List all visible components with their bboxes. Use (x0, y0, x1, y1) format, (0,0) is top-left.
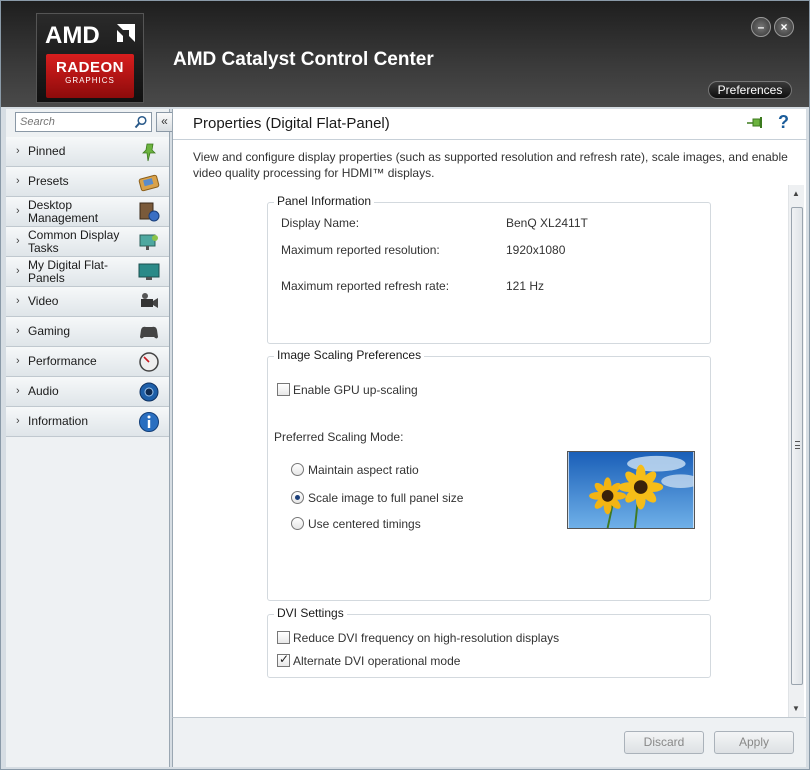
page-description: View and configure display properties (s… (193, 150, 788, 180)
page-title: Properties (Digital Flat-Panel) (193, 115, 390, 132)
scroll-up-arrow-icon[interactable]: ▲ (792, 189, 800, 198)
chevron-right-icon: › (16, 175, 20, 187)
scrollbar-grip (795, 441, 800, 449)
preferences-button[interactable]: Preferences (708, 81, 792, 99)
display-name-label: Display Name: (281, 216, 360, 230)
info-icon (139, 412, 159, 432)
logo-radeon-badge: RADEON GRAPHICS (46, 54, 134, 98)
chevron-right-icon: › (16, 205, 20, 217)
max-refresh-value: 121 Hz (506, 279, 545, 293)
sidebar-item-label: Presets (28, 174, 69, 188)
presets-icon (138, 174, 160, 192)
main-panel: Properties (Digital Flat-Panel) ? View a… (172, 109, 807, 717)
chevron-right-icon: › (16, 145, 20, 157)
reduce-dvi-frequency-label[interactable]: Reduce DVI frequency on high-resolution … (293, 631, 559, 645)
reduce-dvi-frequency-checkbox[interactable] (277, 631, 290, 644)
group-legend: DVI Settings (274, 606, 347, 620)
radio-scale-full-panel[interactable] (291, 491, 304, 504)
gauge-icon (139, 352, 159, 372)
sidebar-item-presets[interactable]: › Presets (6, 167, 169, 197)
sidebar-item-desktop-management[interactable]: › Desktop Management (6, 197, 169, 227)
alternate-dvi-mode-label[interactable]: Alternate DVI operational mode (293, 654, 460, 668)
scaling-preview-image (567, 451, 695, 529)
group-legend: Panel Information (274, 194, 375, 208)
radio-maintain-aspect-label[interactable]: Maintain aspect ratio (308, 463, 419, 477)
group-legend: Image Scaling Preferences (274, 348, 425, 362)
image-scaling-group: Image Scaling Preferences Enable GPU up-… (267, 348, 711, 601)
flat-panel-icon (138, 263, 160, 280)
sidebar-item-label: Audio (28, 384, 59, 398)
chevron-right-icon: › (16, 295, 20, 307)
panel-information-group: Panel Information Display Name: BenQ XL2… (267, 194, 711, 344)
footer-bar: Discard Apply (172, 717, 806, 767)
sidebar-item-video[interactable]: › Video (6, 287, 169, 317)
app-title: AMD Catalyst Control Center (173, 49, 434, 70)
video-camera-icon (141, 293, 158, 308)
amd-arrow-icon (117, 24, 135, 42)
gpu-upscaling-checkbox[interactable] (277, 383, 290, 396)
alternate-dvi-mode-checkbox[interactable] (277, 652, 290, 667)
apply-button[interactable]: Apply (714, 731, 794, 754)
logo-amd-text: AMD (45, 22, 100, 49)
radio-centered-timings-label[interactable]: Use centered timings (308, 517, 421, 531)
sidebar-item-common-display-tasks[interactable]: › Common Display Tasks (6, 227, 169, 257)
collapse-sidebar-button[interactable]: « (156, 112, 173, 132)
title-bar: AMD RADEON GRAPHICS AMD Catalyst Control… (1, 1, 809, 107)
scaling-mode-label: Preferred Scaling Mode: (274, 430, 404, 444)
title-separator (173, 139, 807, 140)
nav-list: › Pinned › Presets › Desktop Management (6, 137, 169, 437)
gamepad-icon (140, 326, 158, 339)
sidebar: « › Pinned › Presets › Desktop Managemen… (6, 109, 173, 767)
sidebar-item-label: Desktop Management (28, 198, 99, 225)
app-window: AMD RADEON GRAPHICS AMD Catalyst Control… (0, 0, 810, 770)
vertical-scrollbar[interactable]: ▲ ▼ (788, 185, 804, 717)
radio-scale-full-panel-label[interactable]: Scale image to full panel size (308, 491, 463, 505)
sidebar-item-audio[interactable]: › Audio (6, 377, 169, 407)
discard-button[interactable]: Discard (624, 731, 704, 754)
sidebar-item-pinned[interactable]: › Pinned (6, 137, 169, 167)
logo-graphics-text: GRAPHICS (65, 76, 115, 85)
search-icon[interactable] (134, 115, 148, 129)
sidebar-item-label: My Digital Flat-Panels (28, 258, 109, 285)
radio-maintain-aspect[interactable] (291, 463, 304, 476)
max-resolution-label: Maximum reported resolution: (281, 243, 440, 257)
sidebar-item-gaming[interactable]: › Gaming (6, 317, 169, 347)
close-button[interactable]: × (774, 17, 794, 37)
sidebar-item-information[interactable]: › Information (6, 407, 169, 437)
speaker-icon (139, 382, 159, 402)
sidebar-item-label: Pinned (28, 144, 66, 158)
dvi-settings-group: DVI Settings Reduce DVI frequency on hig… (267, 606, 711, 678)
display-tasks-icon (139, 234, 158, 250)
chevron-right-icon: › (16, 325, 20, 337)
sidebar-item-label: Common Display Tasks (28, 228, 120, 255)
scroll-down-arrow-icon[interactable]: ▼ (792, 704, 800, 713)
sidebar-item-performance[interactable]: › Performance (6, 347, 169, 377)
radio-centered-timings[interactable] (291, 517, 304, 530)
chevron-right-icon: › (16, 235, 20, 247)
sidebar-item-label: Information (28, 414, 89, 428)
chevron-right-icon: › (16, 265, 20, 277)
max-refresh-label: Maximum reported refresh rate: (281, 279, 450, 293)
pin-icon (142, 143, 156, 162)
minimize-button[interactable]: – (751, 17, 771, 37)
chevron-right-icon: › (16, 385, 20, 397)
chevron-right-icon: › (16, 415, 20, 427)
sidebar-item-my-digital-flat-panels[interactable]: › My Digital Flat-Panels (6, 257, 169, 287)
sidebar-item-label: Performance (28, 354, 97, 368)
scrollbar-thumb[interactable] (791, 207, 803, 685)
search-input[interactable] (16, 113, 128, 131)
display-name-value: BenQ XL2411T (506, 216, 588, 230)
sidebar-item-label: Gaming (28, 324, 71, 338)
max-resolution-value: 1920x1080 (506, 243, 566, 257)
chevron-right-icon: › (16, 355, 20, 367)
sidebar-item-label: Video (28, 294, 59, 308)
desktop-management-icon (139, 202, 160, 222)
amd-radeon-logo: AMD RADEON GRAPHICS (36, 13, 144, 103)
help-icon[interactable]: ? (778, 112, 789, 133)
search-box[interactable] (15, 112, 152, 132)
pin-page-icon[interactable] (746, 115, 764, 131)
logo-radeon-text: RADEON (55, 59, 124, 76)
gpu-upscaling-label[interactable]: Enable GPU up-scaling (293, 383, 418, 397)
